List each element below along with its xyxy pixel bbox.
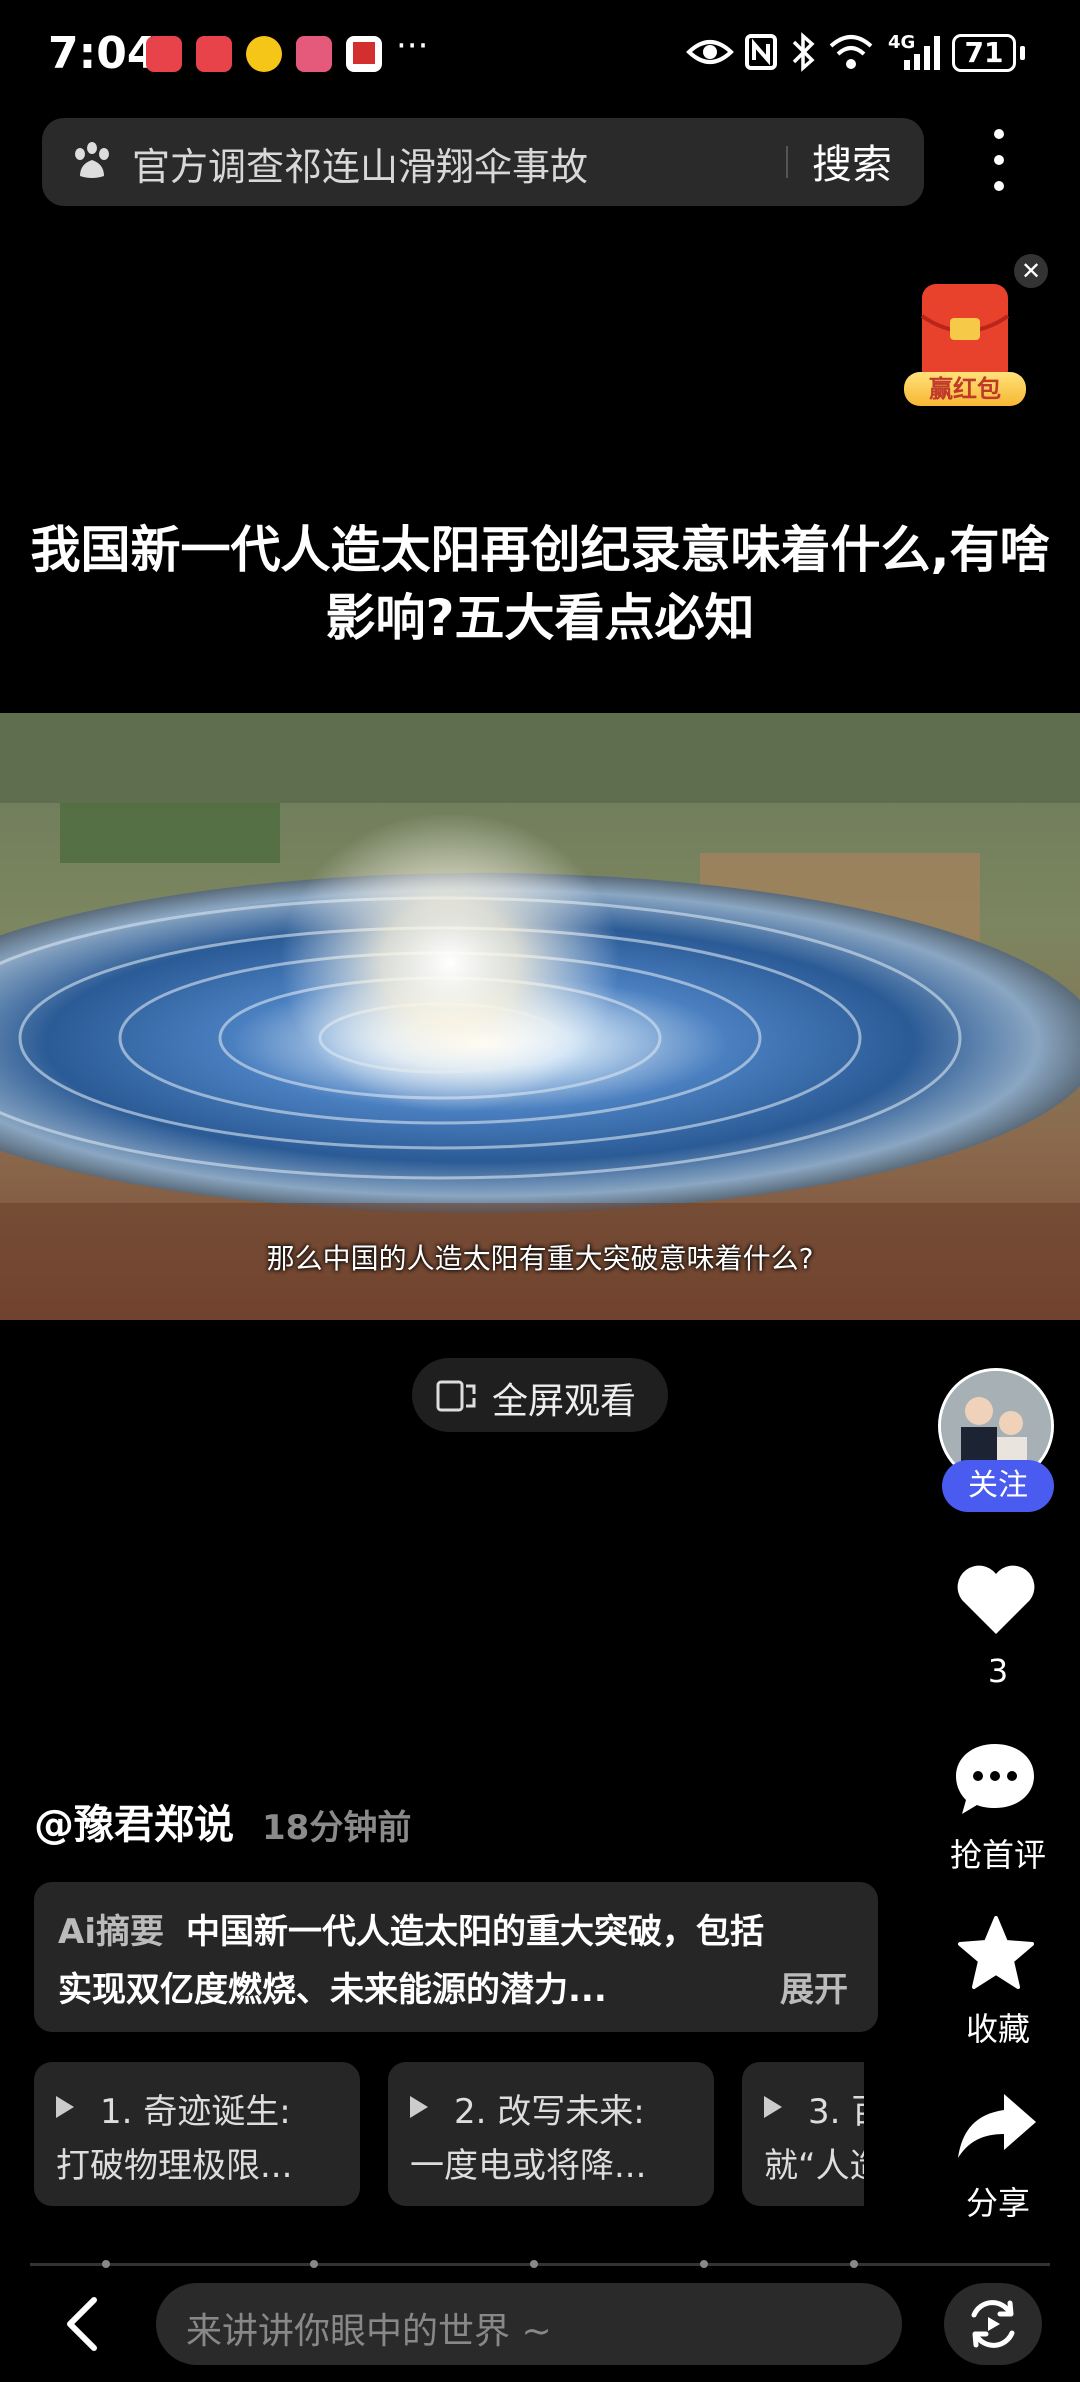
play-icon bbox=[410, 2096, 428, 2118]
chapter-title: 1. 奇迹诞生: bbox=[100, 2092, 291, 2132]
signal-icon bbox=[904, 36, 940, 70]
rotate-button[interactable] bbox=[944, 2283, 1042, 2365]
chapter-card[interactable]: 3. 百 就“人造 bbox=[742, 2062, 864, 2206]
chapter-list: 1. 奇迹诞生: 打破物理极限... 2. 改写未来: 一度电或将降... 3.… bbox=[34, 2062, 864, 2206]
article-headline: 我国新一代人造太阳再创纪录意味着什么,有啥影响?五大看点必知 bbox=[30, 521, 1050, 647]
bluetooth-icon bbox=[792, 32, 815, 72]
author-name[interactable]: @豫君郑说 bbox=[34, 1792, 234, 1850]
progress-marker bbox=[102, 2260, 110, 2268]
nfc-icon bbox=[745, 34, 777, 70]
app-notification-icon bbox=[196, 36, 232, 72]
chapter-subtitle: 就“人造 bbox=[764, 2146, 864, 2186]
heart-icon[interactable] bbox=[954, 1562, 1038, 1638]
ai-summary-text: 中国新一代人造太阳的重大突破，包括 bbox=[186, 1912, 764, 1952]
comment-placeholder[interactable]: 来讲讲你眼中的世界 ~ bbox=[186, 2302, 552, 2354]
ai-summary-tag: Ai摘要 bbox=[58, 1912, 164, 1952]
share-label[interactable]: 分享 bbox=[928, 2178, 1068, 2224]
video-progress-bar[interactable] bbox=[30, 2260, 1050, 2268]
search-divider bbox=[786, 146, 788, 178]
star-icon[interactable] bbox=[956, 1914, 1036, 1992]
app-notification-icon bbox=[146, 36, 182, 72]
app-notification-icon bbox=[346, 36, 382, 72]
wifi-icon bbox=[829, 35, 873, 69]
expand-button[interactable]: 展开 bbox=[780, 1962, 848, 2011]
close-icon[interactable]: ✕ bbox=[1014, 254, 1048, 288]
chapter-subtitle: 打破物理极限... bbox=[56, 2146, 293, 2186]
chapter-card[interactable]: 2. 改写未来: 一度电或将降... bbox=[388, 2062, 714, 2206]
play-icon bbox=[764, 2096, 782, 2118]
chapter-subtitle: 一度电或将降... bbox=[410, 2146, 647, 2186]
status-time: 7:04 bbox=[48, 28, 158, 79]
battery-indicator: 71 bbox=[952, 34, 1016, 72]
back-icon[interactable] bbox=[60, 2296, 110, 2352]
baidu-paw-icon bbox=[75, 142, 109, 178]
video-player[interactable] bbox=[0, 713, 1080, 1320]
comment-icon[interactable] bbox=[952, 1740, 1038, 1818]
collect-label[interactable]: 收藏 bbox=[928, 2004, 1068, 2050]
chapter-card[interactable]: 1. 奇迹诞生: 打破物理极限... bbox=[34, 2062, 360, 2206]
chapter-title: 3. 百 bbox=[808, 2092, 864, 2132]
eye-icon bbox=[686, 40, 734, 64]
more-notifications-icon: ··· bbox=[396, 26, 429, 66]
fullscreen-label[interactable]: 全屏观看 bbox=[492, 1372, 636, 1424]
search-button[interactable]: 搜索 bbox=[812, 132, 892, 190]
fullscreen-icon bbox=[436, 1380, 476, 1412]
share-icon[interactable] bbox=[954, 2090, 1038, 2162]
weibo-icon bbox=[246, 36, 282, 72]
refresh-icon bbox=[971, 2300, 1015, 2348]
more-menu-icon[interactable] bbox=[984, 124, 1014, 196]
ai-summary-text: 实现双亿度燃烧、未来能源的潜力... bbox=[58, 1970, 607, 2010]
progress-marker bbox=[700, 2260, 708, 2268]
like-count: 3 bbox=[987, 1652, 1009, 1690]
progress-marker bbox=[530, 2260, 538, 2268]
search-input[interactable]: 官方调查祁连山滑翔伞事故 bbox=[132, 136, 588, 191]
chapter-title: 2. 改写未来: bbox=[454, 2092, 645, 2132]
app-notification-icon bbox=[296, 36, 332, 72]
battery-tip bbox=[1020, 46, 1025, 60]
follow-button[interactable]: 关注 bbox=[942, 1460, 1054, 1512]
video-subtitle: 那么中国的人造太阳有重大突破意味着什么? bbox=[266, 1242, 814, 1275]
progress-marker bbox=[850, 2260, 858, 2268]
post-time: 18分钟前 bbox=[262, 1808, 412, 1848]
red-packet-label[interactable]: 赢红包 bbox=[904, 372, 1026, 406]
play-icon bbox=[56, 2096, 74, 2118]
progress-marker bbox=[310, 2260, 318, 2268]
comment-label[interactable]: 抢首评 bbox=[928, 1830, 1068, 1876]
video-frame bbox=[0, 713, 1080, 1320]
